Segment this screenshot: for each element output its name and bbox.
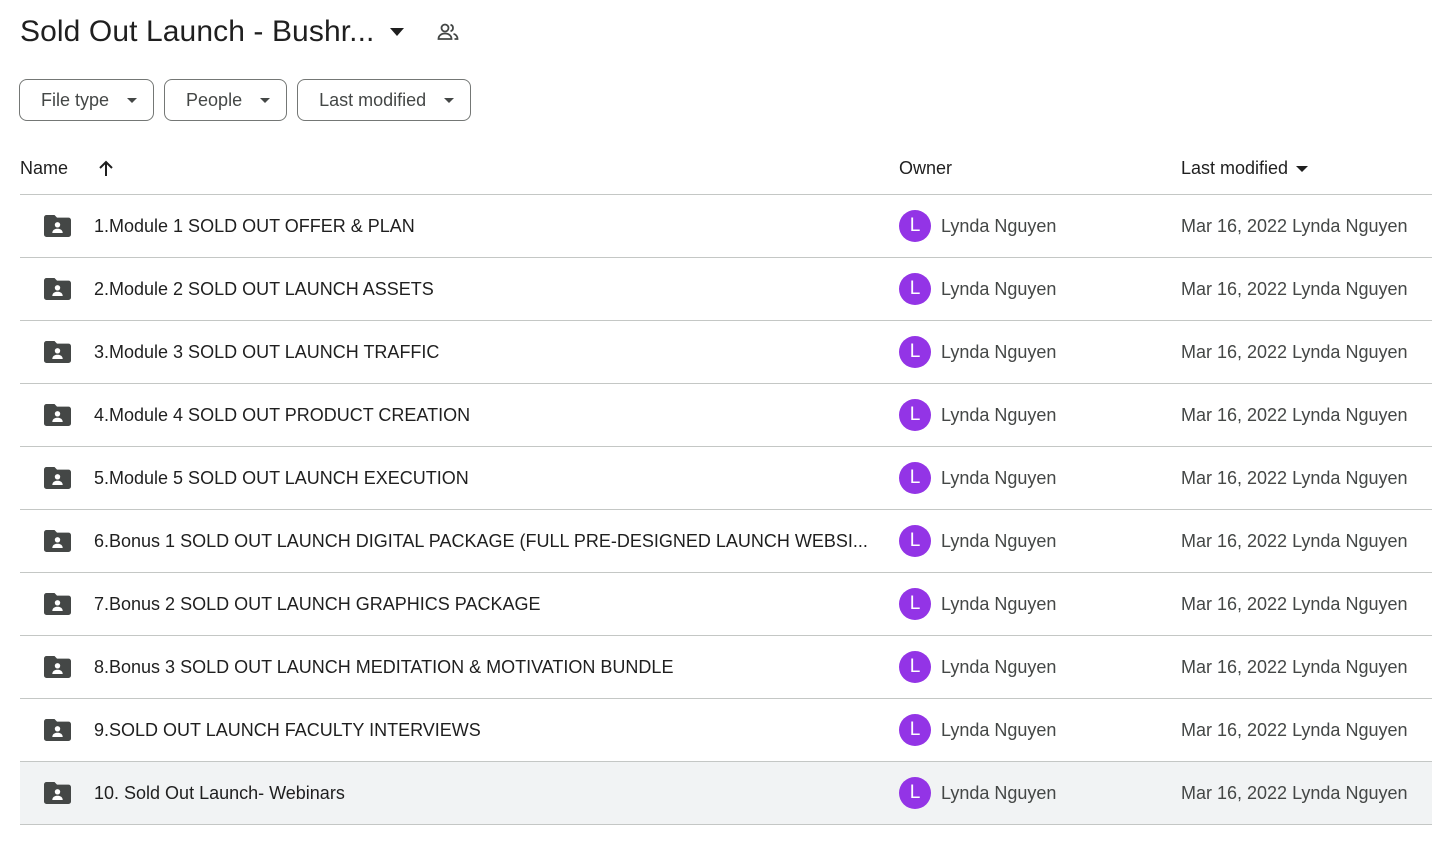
arrow-drop-down-icon xyxy=(127,97,138,103)
table-row[interactable]: 7.Bonus 2 SOLD OUT LAUNCH GRAPHICS PACKA… xyxy=(20,573,1432,636)
avatar: L xyxy=(899,462,931,494)
owner-name: Lynda Nguyen xyxy=(941,279,1057,299)
table-row[interactable]: 8.Bonus 3 SOLD OUT LAUNCH MEDITATION & M… xyxy=(20,636,1432,699)
avatar: L xyxy=(899,777,931,809)
shared-folder-icon xyxy=(44,404,71,426)
table-row[interactable]: 2.Module 2 SOLD OUT LAUNCH ASSETS L Lynd… xyxy=(20,258,1432,321)
name-column-header[interactable]: Name xyxy=(20,158,114,179)
owner-name: Lynda Nguyen xyxy=(941,657,1057,677)
file-name[interactable]: 4.Module 4 SOLD OUT PRODUCT CREATION xyxy=(94,405,874,426)
last-modified-value: Mar 16, 2022 Lynda Nguyen xyxy=(1181,216,1408,236)
owner-name: Lynda Nguyen xyxy=(941,720,1057,740)
file-type-filter[interactable]: File type xyxy=(19,79,155,121)
avatar: L xyxy=(899,651,931,683)
owner-name: Lynda Nguyen xyxy=(941,342,1057,362)
arrow-drop-down-icon[interactable] xyxy=(390,25,405,39)
table-row[interactable]: 9.SOLD OUT LAUNCH FACULTY INTERVIEWS L L… xyxy=(20,699,1432,762)
filter-bar: File type People Last modified xyxy=(19,79,472,121)
last-modified-column-header[interactable]: Last modified xyxy=(1181,158,1309,179)
last-modified-value: Mar 16, 2022 Lynda Nguyen xyxy=(1181,279,1408,299)
arrow-upward-icon[interactable] xyxy=(98,160,114,177)
file-list: 1.Module 1 SOLD OUT OFFER & PLAN L Lynda… xyxy=(20,195,1432,825)
avatar: L xyxy=(899,525,931,557)
arrow-drop-down-icon xyxy=(444,97,455,103)
table-row[interactable]: 1.Module 1 SOLD OUT OFFER & PLAN L Lynda… xyxy=(20,195,1432,258)
drive-folder-view: Sold Out Launch - Bushr... File type Peo… xyxy=(0,0,1432,842)
file-name[interactable]: 8.Bonus 3 SOLD OUT LAUNCH MEDITATION & M… xyxy=(94,657,874,678)
table-row[interactable]: 5.Module 5 SOLD OUT LAUNCH EXECUTION L L… xyxy=(20,447,1432,510)
avatar: L xyxy=(899,336,931,368)
shared-folder-icon xyxy=(44,278,71,300)
shared-folder-icon xyxy=(44,593,71,615)
shared-folder-icon xyxy=(44,530,71,552)
file-name[interactable]: 6.Bonus 1 SOLD OUT LAUNCH DIGITAL PACKAG… xyxy=(94,531,874,552)
shared-folder-icon xyxy=(44,215,71,237)
shared-folder-icon xyxy=(44,341,71,363)
table-row[interactable]: 10. Sold Out Launch- Webinars L Lynda Ng… xyxy=(20,762,1432,825)
shared-folder-icon xyxy=(44,719,71,741)
avatar: L xyxy=(899,273,931,305)
people-icon[interactable] xyxy=(436,20,460,44)
last-modified-value: Mar 16, 2022 Lynda Nguyen xyxy=(1181,594,1408,614)
owner-column-label: Owner xyxy=(899,158,953,178)
arrow-drop-down-icon xyxy=(260,97,271,103)
avatar: L xyxy=(899,588,931,620)
last-modified-filter[interactable]: Last modified xyxy=(297,79,472,121)
last-modified-column-label: Last modified xyxy=(1181,158,1289,178)
owner-name: Lynda Nguyen xyxy=(941,531,1057,551)
avatar: L xyxy=(899,714,931,746)
file-type-filter-label: File type xyxy=(41,89,110,110)
table-row[interactable]: 6.Bonus 1 SOLD OUT LAUNCH DIGITAL PACKAG… xyxy=(20,510,1432,573)
arrow-drop-down-icon[interactable] xyxy=(1296,165,1309,172)
people-filter[interactable]: People xyxy=(164,79,288,121)
file-name[interactable]: 3.Module 3 SOLD OUT LAUNCH TRAFFIC xyxy=(94,342,874,363)
shared-folder-icon xyxy=(44,782,71,804)
owner-name: Lynda Nguyen xyxy=(941,468,1057,488)
file-name[interactable]: 7.Bonus 2 SOLD OUT LAUNCH GRAPHICS PACKA… xyxy=(94,594,874,615)
folder-header: Sold Out Launch - Bushr... xyxy=(20,12,460,52)
shared-folder-icon xyxy=(44,467,71,489)
last-modified-value: Mar 16, 2022 Lynda Nguyen xyxy=(1181,657,1408,677)
folder-title[interactable]: Sold Out Launch - Bushr... xyxy=(20,15,374,49)
owner-name: Lynda Nguyen xyxy=(941,783,1057,803)
owner-name: Lynda Nguyen xyxy=(941,594,1057,614)
last-modified-value: Mar 16, 2022 Lynda Nguyen xyxy=(1181,531,1408,551)
owner-name: Lynda Nguyen xyxy=(941,216,1057,236)
table-header: Name Owner Last modified xyxy=(20,144,1432,195)
file-name[interactable]: 1.Module 1 SOLD OUT OFFER & PLAN xyxy=(94,216,874,237)
owner-name: Lynda Nguyen xyxy=(941,405,1057,425)
name-column-label: Name xyxy=(20,158,69,178)
last-modified-value: Mar 16, 2022 Lynda Nguyen xyxy=(1181,342,1408,362)
file-name[interactable]: 9.SOLD OUT LAUNCH FACULTY INTERVIEWS xyxy=(94,720,874,741)
file-name[interactable]: 5.Module 5 SOLD OUT LAUNCH EXECUTION xyxy=(94,468,874,489)
last-modified-value: Mar 16, 2022 Lynda Nguyen xyxy=(1181,468,1408,488)
table-row[interactable]: 3.Module 3 SOLD OUT LAUNCH TRAFFIC L Lyn… xyxy=(20,321,1432,384)
owner-column-header: Owner xyxy=(899,158,952,179)
people-filter-label: People xyxy=(186,89,243,110)
avatar: L xyxy=(899,210,931,242)
table-row[interactable]: 4.Module 4 SOLD OUT PRODUCT CREATION L L… xyxy=(20,384,1432,447)
last-modified-value: Mar 16, 2022 Lynda Nguyen xyxy=(1181,720,1408,740)
last-modified-value: Mar 16, 2022 Lynda Nguyen xyxy=(1181,783,1408,803)
last-modified-filter-label: Last modified xyxy=(319,89,427,110)
file-name[interactable]: 10. Sold Out Launch- Webinars xyxy=(94,783,874,804)
last-modified-value: Mar 16, 2022 Lynda Nguyen xyxy=(1181,405,1408,425)
file-name[interactable]: 2.Module 2 SOLD OUT LAUNCH ASSETS xyxy=(94,279,874,300)
shared-folder-icon xyxy=(44,656,71,678)
avatar: L xyxy=(899,399,931,431)
